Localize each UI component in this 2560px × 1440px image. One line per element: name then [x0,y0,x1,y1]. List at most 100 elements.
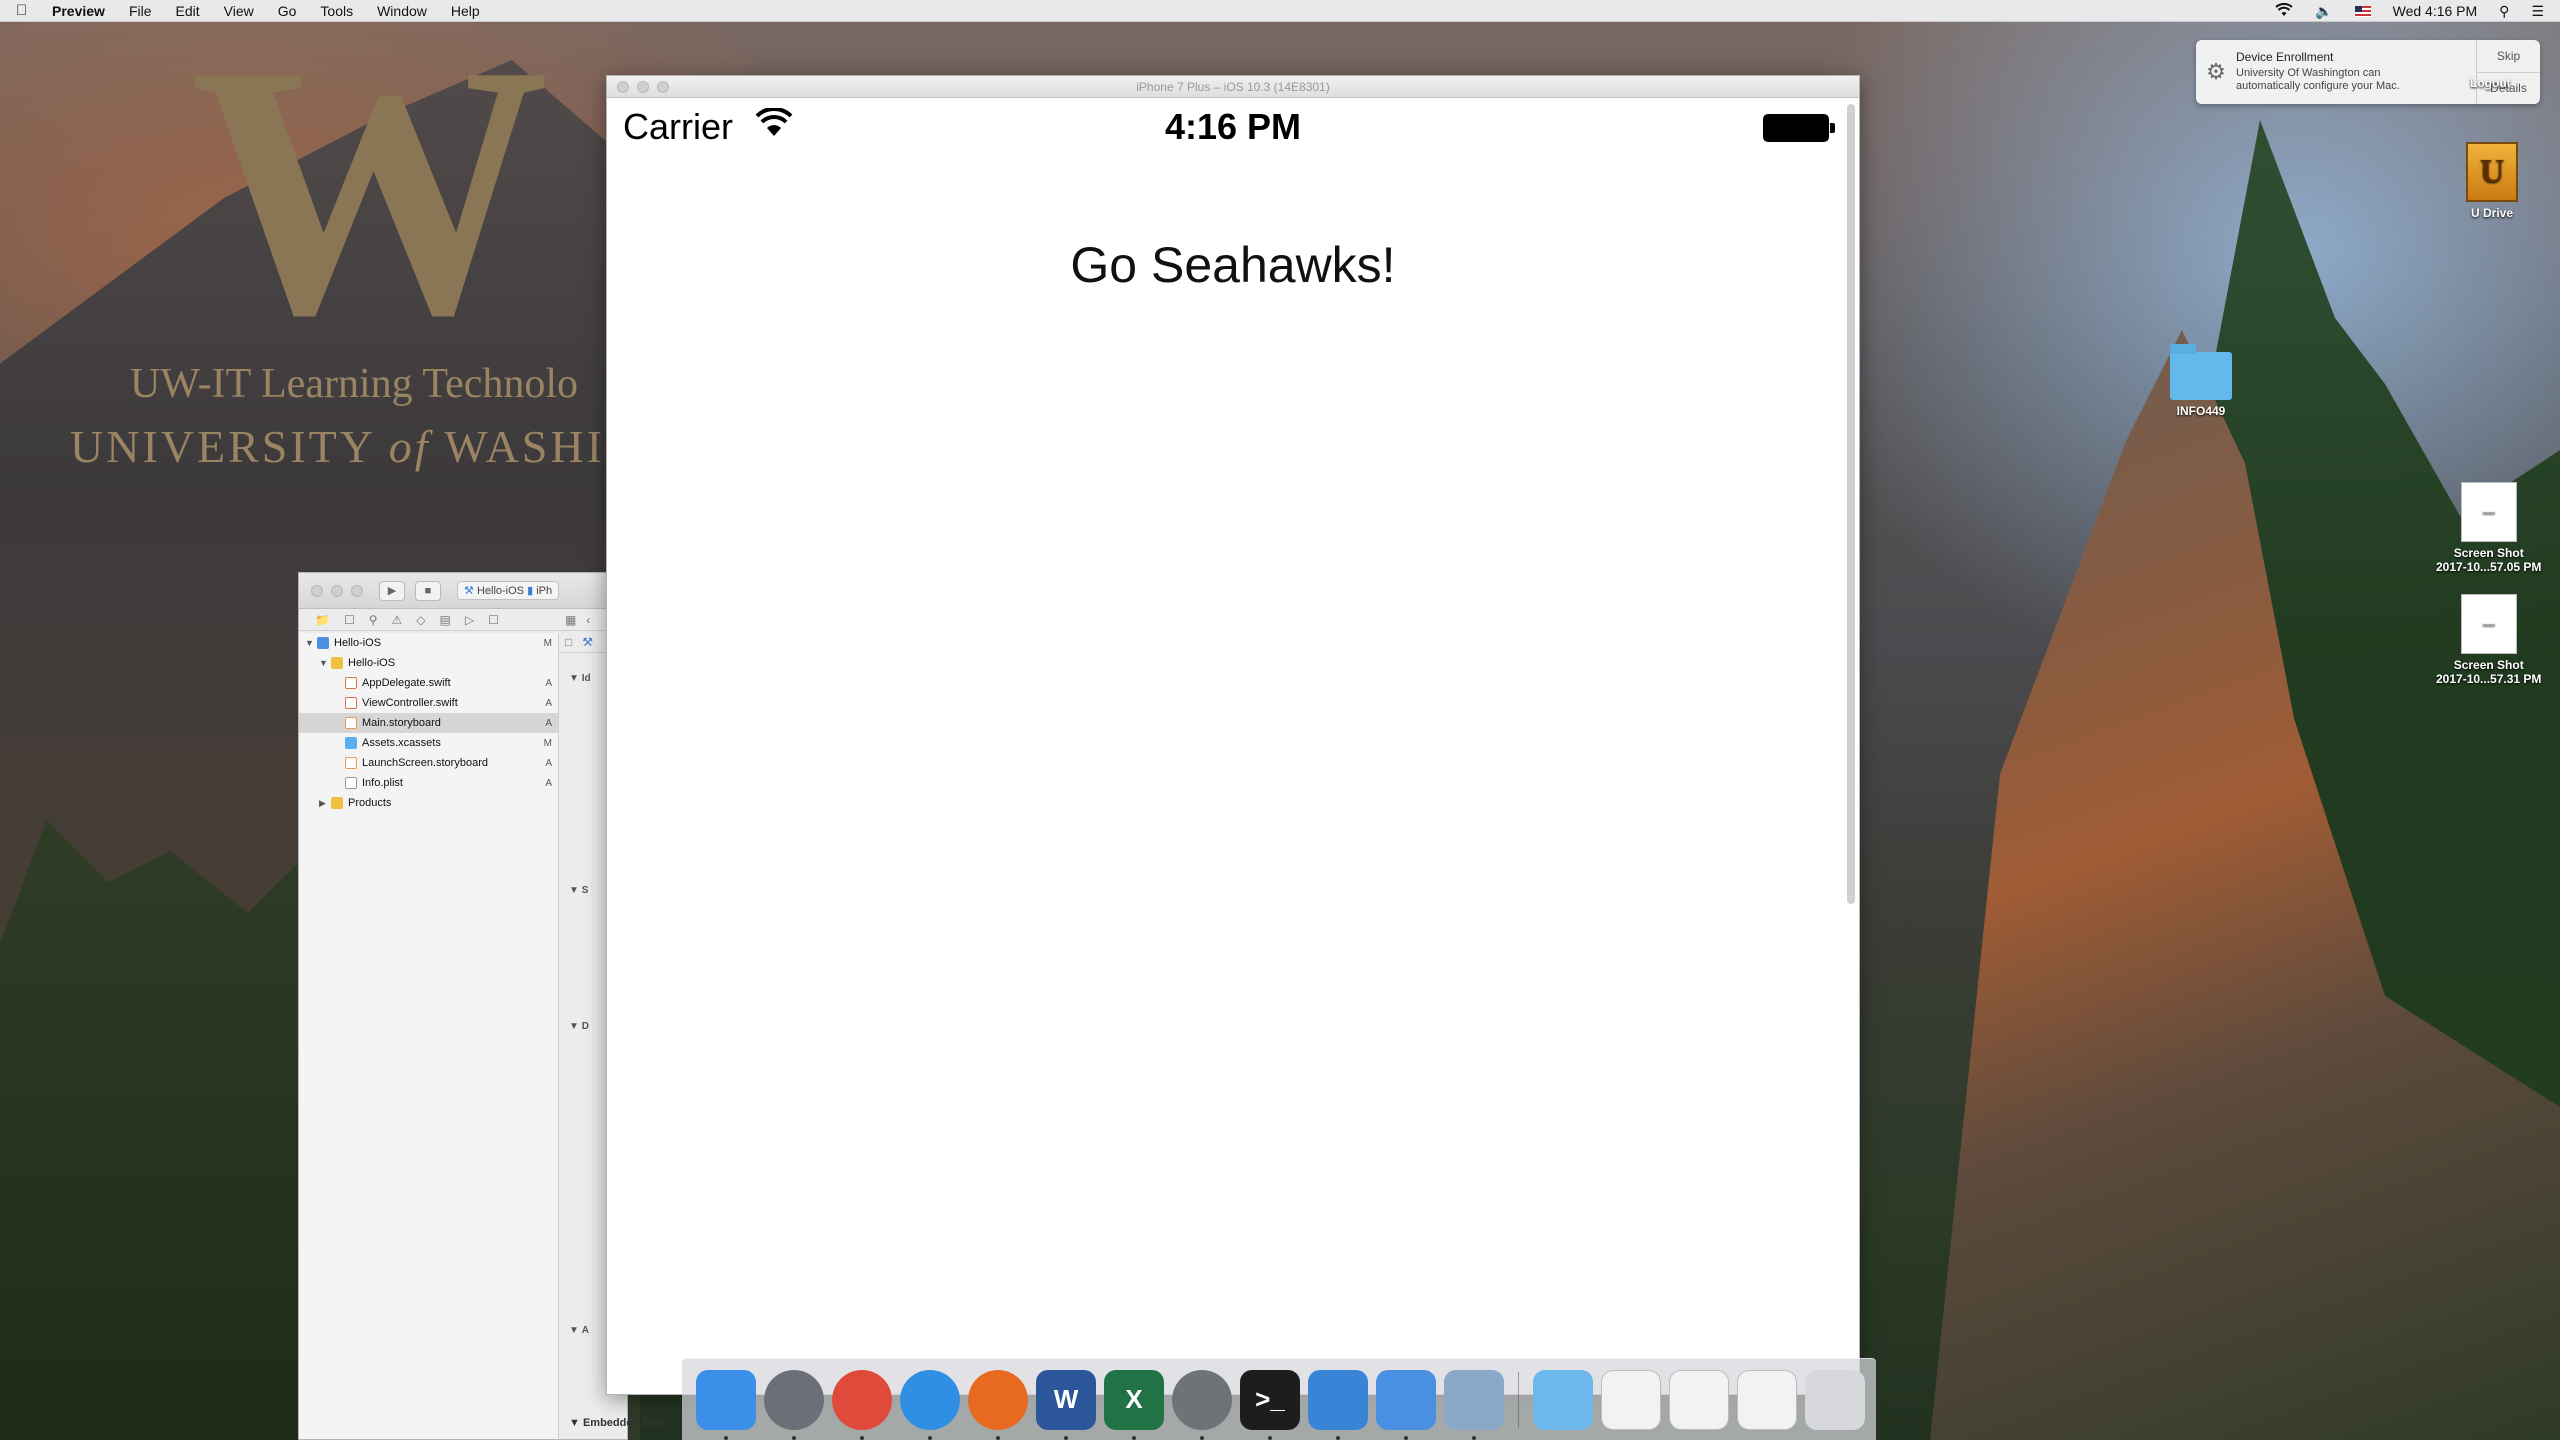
running-indicator [928,1435,932,1440]
related-items-icon[interactable]: ▦ [565,613,576,627]
project-navigator-icon[interactable]: 📁 [315,613,330,627]
folder-icon [331,657,343,669]
file-tree-row[interactable]: Info.plist A [299,773,558,793]
source-control-status: A [545,697,552,709]
menu-help[interactable]: Help [451,3,480,19]
run-button[interactable]: ▶ [379,580,405,601]
test-navigator-icon[interactable]: ◇ [416,613,425,627]
inspector-section-app-icons[interactable]: ▼ A [569,1325,589,1336]
find-navigator-icon[interactable]: ⚲ [369,613,378,627]
skip-button[interactable]: Skip [2477,40,2540,73]
xcode-icon[interactable] [1308,1369,1368,1440]
ios-status-bar: Carrier 4:16 PM [607,98,1859,154]
inspector-section-signing[interactable]: ▼ S [569,885,588,896]
simulator-scrollbar[interactable] [1847,104,1855,904]
menu-window[interactable]: Window [377,3,427,19]
uw-wordmark-line2: UNIVERSITY of WASHIN [70,421,610,472]
swift-file-icon [345,677,357,689]
safari-icon[interactable] [900,1369,960,1440]
source-control-status: M [543,737,552,749]
file-tree-row[interactable]: ViewController.swift A [299,693,558,713]
firefox-icon[interactable] [968,1369,1028,1440]
downloads-folder-icon[interactable] [1533,1369,1593,1430]
close-window-button[interactable] [311,584,323,597]
embedded-binaries-section[interactable]: ▼ Embedded Bina [569,1417,666,1429]
desktop-icon-screenshot-2[interactable]: — Screen Shot 2017-10...57.31 PM [2436,594,2541,686]
breakpoint-navigator-icon[interactable]: ▷ [465,613,474,627]
file-tree-row[interactable]: LaunchScreen.storyboard A [299,753,558,773]
menu-bar:  Preview File Edit View Go Tools Window… [0,0,2560,22]
notification-center-icon[interactable]: ☰ [2531,3,2544,20]
wifi-status-icon[interactable] [2275,2,2293,20]
desktop-icon-screenshot-1[interactable]: — Screen Shot 2017-10...57.05 PM [2436,482,2541,574]
screenshot-file-icon: — [2460,594,2517,654]
inspector-section-identity[interactable]: ▼ Id [569,673,591,684]
running-indicator [1404,1435,1408,1440]
screenshot-thumbnail-icon-2[interactable] [1737,1369,1797,1430]
menu-view[interactable]: View [224,3,254,19]
file-tree-label: Hello-iOS [334,637,382,649]
file-tree-row[interactable]: AppDelegate.swift A [299,673,558,693]
screenshot-thumbnail-icon[interactable] [1669,1369,1729,1430]
report-navigator-icon[interactable]: ☐ [488,613,499,627]
chrome-icon[interactable] [832,1369,892,1440]
disclosure-triangle-icon[interactable]: ▶ [319,798,331,809]
apple-menu-icon[interactable]:  [16,2,42,19]
back-icon[interactable]: ‹ [586,613,590,627]
running-indicator [860,1435,864,1440]
status-bar-time: 4:16 PM [1164,106,1302,147]
folder-icon [331,797,343,809]
menu-go[interactable]: Go [278,3,297,19]
disclosure-triangle-icon[interactable]: ▼ [319,658,331,668]
file-tree-row[interactable]: Assets.xcassets M [299,733,558,753]
finder-icon[interactable] [696,1369,756,1440]
menu-app-name[interactable]: Preview [52,3,105,19]
desktop-icon-info449-folder[interactable]: INFO449 [2170,344,2232,418]
menu-clock[interactable]: Wed 4:16 PM [2393,3,2478,19]
terminal-icon[interactable]: >_ [1240,1369,1300,1440]
menu-tools[interactable]: Tools [320,3,353,19]
file-tree-row[interactable]: Main.storyboard A [299,713,558,733]
simulator-icon[interactable] [1376,1369,1436,1440]
zoom-window-button[interactable] [351,584,363,597]
desktop-icon-label: Screen Shot 2017-10...57.05 PM [2436,546,2542,574]
trash-icon[interactable] [1805,1369,1865,1430]
menu-bar-extras: 🔈 Wed 4:16 PM ⚲ ☰ [2275,0,2544,22]
launchpad-icon[interactable] [764,1369,824,1440]
spotlight-icon[interactable]: ⚲ [2499,3,2509,20]
file-tree-row[interactable]: ▼ Hello-iOS [299,653,558,673]
volume-icon[interactable]: 🔈 [2315,3,2332,20]
screenshot-file-icon: — [2460,482,2517,542]
source-control-status: A [545,717,552,729]
menu-file[interactable]: File [129,3,152,19]
source-control-status: A [545,757,552,769]
stop-button[interactable]: ■ [415,580,441,601]
file-tree-row[interactable]: ▼ Hello-iOS M [299,633,558,653]
disclosure-triangle-icon[interactable]: ▼ [305,638,317,648]
xcode-toolbar: ▶ ■ ⚒ Hello-iOS ▮ iPh [299,573,627,609]
desktop-icon-udrive[interactable]: U U Drive [2466,142,2518,220]
ios-simulator-window: iPhone 7 Plus – iOS 10.3 (14E8301) Carri… [606,75,1860,1395]
preview-icon[interactable] [1444,1369,1504,1440]
system-preferences-icon[interactable] [1172,1369,1232,1440]
issue-navigator-icon[interactable]: ⚠ [392,613,403,627]
scheme-selector[interactable]: ⚒ Hello-iOS ▮ iPh [457,581,560,600]
word-icon[interactable]: W [1036,1369,1096,1440]
minimize-window-button[interactable] [331,584,343,597]
input-source-flag-icon[interactable] [2354,5,2371,17]
running-indicator [1132,1435,1136,1440]
source-control-navigator-icon[interactable]: ☐ [344,613,355,627]
excel-icon[interactable]: X [1104,1369,1164,1440]
udrive-icon: U [2466,142,2518,202]
chrome-window-thumbnail-icon[interactable] [1601,1369,1661,1430]
uw-wordmark-line1: UW-IT Learning Technolo [130,361,579,407]
debug-navigator-icon[interactable]: ▤ [440,613,451,627]
running-indicator [792,1435,796,1440]
running-indicator [1336,1435,1340,1440]
desktop-icon-logout[interactable]: Logout [2470,72,2511,90]
editor-icon[interactable]: □ [565,635,572,649]
file-tree-row[interactable]: ▶ Products [299,793,558,813]
project-icon [317,637,329,649]
inspector-section-deployment[interactable]: ▼ D [569,1021,589,1032]
menu-edit[interactable]: Edit [176,3,200,19]
